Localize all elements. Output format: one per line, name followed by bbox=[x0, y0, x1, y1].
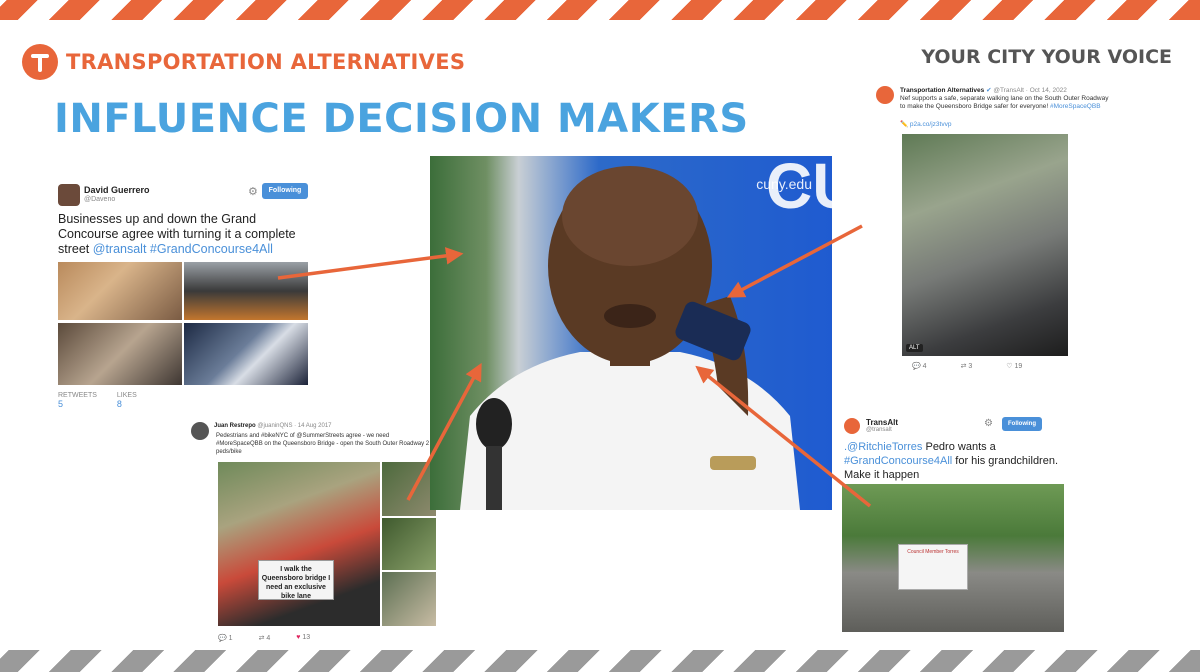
retweet-count: RETWEETS 5 bbox=[58, 392, 97, 409]
tweet-photo-shop-owners bbox=[58, 262, 182, 320]
tweet-author-handle: @transalt bbox=[866, 427, 892, 433]
center-photo-mayor: cuny.edu CUNY bbox=[430, 156, 832, 510]
reply-button[interactable]: 💬 1 bbox=[218, 634, 233, 642]
tweet-author: Juan Restrepo @juaninQNS · 14 Aug 2017 bbox=[214, 423, 332, 429]
tweet-photo-side-2 bbox=[382, 518, 436, 570]
tweet-photo-side-1 bbox=[382, 462, 436, 516]
ta-avatar-icon bbox=[844, 418, 860, 434]
like-button[interactable]: ♡ 19 bbox=[1006, 362, 1022, 370]
like-count: LIKES 8 bbox=[116, 392, 137, 409]
sign-letters: CUNY bbox=[766, 156, 832, 222]
tweet-text: Nef supports a safe, separate walking la… bbox=[900, 95, 1109, 110]
tweet-card-transalt-torres: TransAlt @transalt ⚙ Following .@Ritchie… bbox=[842, 414, 1066, 636]
tweet-author-name: Transportation Alternatives bbox=[900, 87, 985, 94]
tweet-hashtag[interactable]: #GrandConcourse4All bbox=[150, 242, 273, 256]
tweet-mention[interactable]: @transalt bbox=[93, 242, 147, 256]
tweet-card-guerrero: David Guerrero @Daveno ⚙ Following Busin… bbox=[56, 180, 312, 410]
avatar bbox=[58, 184, 80, 206]
tweet-text: .@RitchieTorres Pedro wants a #GrandConc… bbox=[844, 441, 1059, 481]
tweet-photo-store-sign bbox=[184, 323, 308, 385]
tweet-photo-bridge-walkers bbox=[218, 462, 380, 626]
tweet-actions: 💬 1 ⇄ 4 ♥ 13 bbox=[218, 634, 310, 642]
tweet-card-transalt-qbb: Transportation Alternatives ✔ @TransAlt … bbox=[872, 82, 1120, 376]
brand-name: TRANSPORTATION ALTERNATIVES bbox=[66, 50, 466, 74]
tweet-actions: 💬 4 ⇄ 3 ♡ 19 bbox=[912, 362, 1022, 370]
tweet-card-restrepo: Juan Restrepo @juaninQNS · 14 Aug 2017 P… bbox=[188, 418, 436, 644]
gear-icon[interactable]: ⚙ bbox=[248, 185, 258, 198]
tweet-author-handle: @juaninQNS · 14 Aug 2017 bbox=[257, 423, 332, 429]
tweet-stats: RETWEETS 5 LIKES 8 bbox=[58, 392, 137, 409]
photo-badge: ALT bbox=[906, 344, 923, 352]
like-button[interactable]: ♥ 13 bbox=[296, 634, 310, 642]
tweet-photo-man-with-sign: Council Member Torres bbox=[842, 484, 1064, 632]
tweet-photo-store-interior bbox=[58, 323, 182, 385]
tweet-author-handle: @Daveno bbox=[84, 196, 116, 203]
gear-icon[interactable]: ⚙ bbox=[984, 418, 993, 429]
avatar bbox=[191, 422, 209, 440]
top-caution-stripe bbox=[0, 0, 1200, 20]
reply-button[interactable]: 💬 4 bbox=[912, 362, 927, 370]
ta-avatar-icon bbox=[876, 86, 894, 104]
retweet-button[interactable]: ⇄ 3 bbox=[961, 362, 973, 370]
tweet-photo-man-with-bike: ALT bbox=[902, 134, 1068, 356]
retweet-button[interactable]: ⇄ 4 bbox=[259, 634, 271, 642]
tweet-author-name: TransAlt bbox=[866, 418, 899, 427]
tweet-author-name: David Guerrero bbox=[84, 185, 150, 195]
tweet-author-handle: @TransAlt · Oct 14, 2022 bbox=[993, 87, 1067, 94]
tweet-hashtag[interactable]: #MoreSpaceQBB bbox=[1050, 103, 1101, 110]
bottom-caution-stripe bbox=[0, 650, 1200, 672]
sign-council-member: Council Member Torres bbox=[898, 544, 968, 590]
tweet-photo-side-3 bbox=[382, 572, 436, 626]
tweet-author-name: Juan Restrepo bbox=[214, 423, 256, 429]
tweet-text: Pedestrians and #bikeNYC of @SummerStree… bbox=[216, 433, 430, 455]
sign-walk-queensboro: I walk the Queensboro bridge I need an e… bbox=[258, 560, 334, 600]
tweet-author: Transportation Alternatives ✔ @TransAlt … bbox=[900, 86, 1067, 94]
tagline: YOUR CITY YOUR VOICE bbox=[921, 46, 1172, 68]
following-button[interactable]: Following bbox=[262, 183, 308, 199]
slide-headline: INFLUENCE DECISION MAKERS bbox=[54, 96, 749, 142]
verified-badge-icon: ✔ bbox=[986, 87, 992, 94]
tweet-photo-storefront bbox=[184, 262, 308, 320]
ta-logo-icon bbox=[22, 44, 58, 80]
brand-logo: TRANSPORTATION ALTERNATIVES bbox=[22, 44, 465, 80]
tweet-link[interactable]: ✏️ p2a.co/jz3tvvp bbox=[900, 120, 951, 128]
following-button[interactable]: Following bbox=[1002, 417, 1042, 431]
tweet-mention[interactable]: .@RitchieTorres bbox=[844, 441, 922, 453]
tweet-hashtag[interactable]: #GrandConcourse4All bbox=[844, 455, 952, 467]
tweet-text: Businesses up and down the Grand Concour… bbox=[58, 212, 308, 257]
